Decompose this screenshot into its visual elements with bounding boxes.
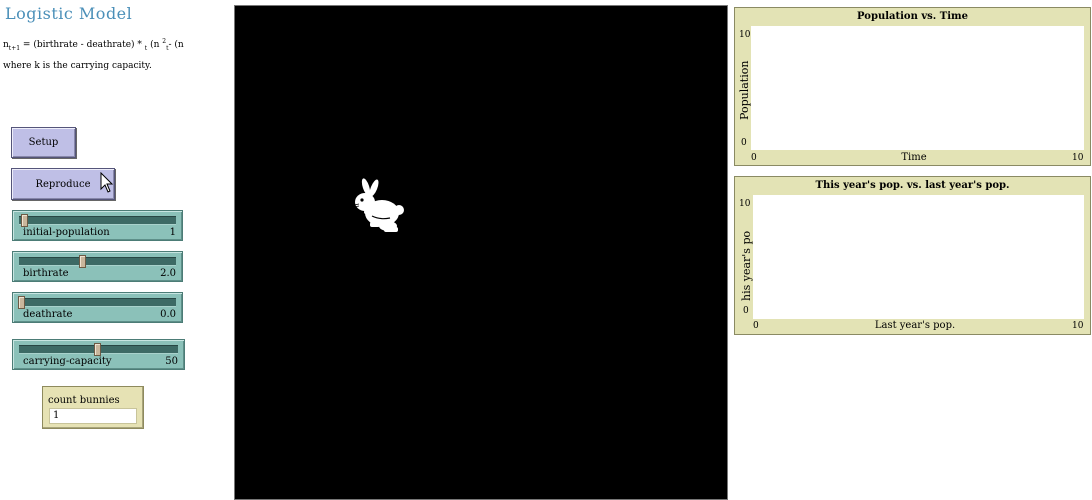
world-view[interactable] [234, 5, 728, 500]
slider-value: 2.0 [160, 268, 176, 279]
formula-note: where k is the carrying capacity. [3, 61, 152, 71]
y-min-label: 0 [741, 138, 747, 148]
x-max-label: 10 [1072, 321, 1084, 331]
x-max-label: 10 [1072, 153, 1084, 163]
slider-label: birthrate [23, 268, 69, 279]
slider-thumb[interactable] [18, 296, 25, 309]
this-vs-last-year-plot[interactable]: This year's pop. vs. last year's pop. 10… [734, 176, 1091, 335]
slider-value: 0.0 [160, 309, 176, 320]
model-title: Logistic Model [5, 4, 133, 23]
monitor-label: count bunnies [48, 395, 120, 406]
formula-text: nt+1 = (birthrate - deathrate) * t (n 2t… [3, 38, 184, 52]
x-axis-label: Time [901, 152, 927, 163]
rabbit-icon [353, 178, 404, 232]
plot-title: This year's pop. vs. last year's pop. [815, 180, 1010, 191]
carrying-capacity-slider[interactable]: carrying-capacity 50 [12, 339, 185, 370]
slider-track[interactable] [19, 257, 176, 266]
plot-area[interactable] [751, 26, 1084, 150]
setup-button-label: Setup [28, 137, 59, 148]
slider-track[interactable] [19, 298, 176, 307]
plot-area[interactable] [753, 195, 1084, 319]
x-min-label: 0 [751, 153, 757, 163]
slider-value: 50 [165, 356, 178, 367]
slider-label: initial-population [23, 227, 110, 238]
formula-after: (n [147, 40, 163, 50]
deathrate-slider[interactable]: deathrate 0.0 [12, 292, 183, 323]
formula-sub-t1: t+1 [8, 44, 21, 52]
x-axis-label: Last year's pop. [874, 320, 956, 331]
y-min-label: 0 [743, 306, 749, 316]
formula-middle: = (birthrate - deathrate) * [20, 40, 145, 50]
slider-value: 1 [169, 227, 176, 238]
plot-title: Population vs. Time [857, 11, 968, 22]
monitor-value: 1 [49, 408, 137, 424]
initial-population-slider[interactable]: initial-population 1 [12, 210, 183, 241]
slider-thumb[interactable] [21, 214, 29, 227]
x-min-label: 0 [753, 321, 759, 331]
slider-label: deathrate [23, 309, 73, 320]
y-max-label: 10 [739, 199, 751, 209]
mouse-cursor-icon [100, 172, 114, 193]
formula-tail: - (n [168, 40, 184, 50]
slider-thumb[interactable] [79, 255, 87, 268]
slider-label: carrying-capacity [23, 356, 112, 367]
reproduce-button-label: Reproduce [35, 178, 91, 190]
slider-thumb[interactable] [93, 343, 101, 356]
y-max-label: 10 [739, 30, 751, 40]
birthrate-slider[interactable]: birthrate 2.0 [12, 251, 183, 282]
slider-track[interactable] [19, 216, 176, 225]
y-axis-label: Population [738, 60, 751, 120]
setup-button[interactable]: Setup [11, 127, 76, 158]
y-axis-label: his year's po [740, 230, 753, 301]
population-vs-time-plot[interactable]: Population vs. Time 10 0 Population 0 10… [734, 7, 1091, 166]
count-bunnies-monitor: count bunnies 1 [42, 386, 144, 429]
